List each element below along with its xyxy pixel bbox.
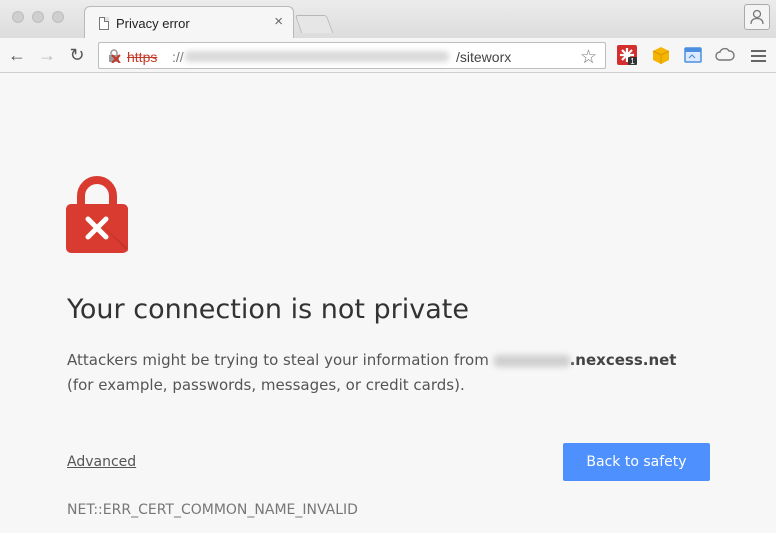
close-window-button[interactable]: [12, 11, 24, 23]
address-bar[interactable]: https :// /siteworx ☆: [98, 42, 606, 69]
svg-text:1: 1: [630, 57, 635, 66]
url-separator: ://: [172, 49, 184, 65]
cloud-icon[interactable]: [714, 44, 736, 66]
profile-button[interactable]: [744, 4, 770, 30]
minimize-window-button[interactable]: [32, 11, 44, 23]
tab-title: Privacy error: [116, 16, 190, 31]
bookmark-star-icon[interactable]: ☆: [580, 46, 597, 69]
url-path: /siteworx: [456, 49, 512, 65]
advanced-link[interactable]: Advanced: [67, 454, 136, 470]
toolbar: ← → ↻ https :// /siteworx ☆ 1: [0, 38, 776, 73]
url-host-blurred: [185, 51, 449, 62]
lastpass-icon[interactable]: 1: [616, 44, 638, 66]
warning-message: Attackers might be trying to steal your …: [67, 348, 727, 398]
back-to-safety-button[interactable]: Back to safety: [563, 443, 710, 481]
window-icon[interactable]: [682, 44, 704, 66]
red-lock-icon: [66, 176, 128, 253]
new-tab-button[interactable]: [294, 15, 334, 33]
domain-blurred: [493, 354, 570, 367]
interstitial-page: Your connection is not private Attackers…: [0, 74, 776, 533]
person-icon: [750, 9, 764, 25]
warning-message-line1: Attackers might be trying to steal your …: [67, 351, 494, 369]
page-title: Your connection is not private: [67, 294, 469, 325]
reload-icon[interactable]: ↻: [66, 44, 88, 66]
zoom-window-button[interactable]: [52, 11, 64, 23]
url-scheme: https: [127, 49, 158, 65]
package-icon[interactable]: [650, 44, 672, 66]
page-icon: [99, 17, 109, 30]
tab-privacy-error[interactable]: Privacy error ×: [84, 6, 294, 38]
menu-icon[interactable]: [751, 50, 766, 62]
insecure-lock-icon[interactable]: [107, 49, 121, 63]
title-bar: Privacy error ×: [0, 0, 776, 38]
tab-close-icon[interactable]: ×: [274, 13, 283, 30]
error-code: NET::ERR_CERT_COMMON_NAME_INVALID: [67, 502, 358, 518]
forward-arrow-icon[interactable]: →: [36, 44, 58, 66]
domain-suffix: .nexcess.net: [569, 351, 677, 369]
back-arrow-icon[interactable]: ←: [6, 44, 28, 66]
warning-message-line2: (for example, passwords, messages, or cr…: [67, 376, 465, 394]
